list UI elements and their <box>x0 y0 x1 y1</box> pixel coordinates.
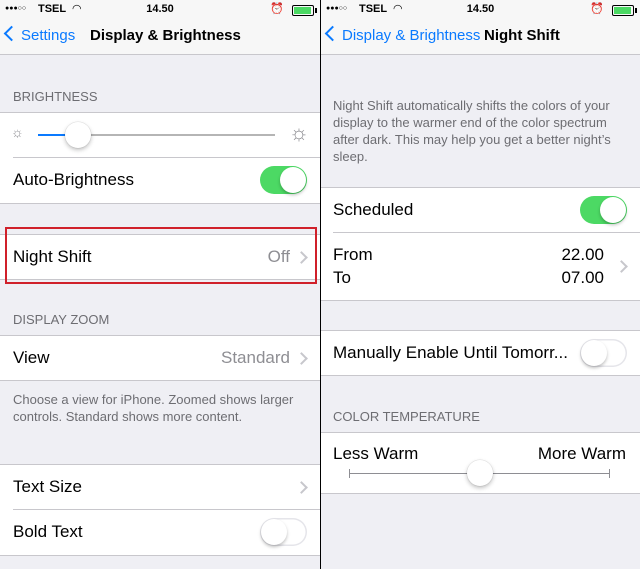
brightness-slider-thumb[interactable] <box>65 122 92 148</box>
battery-icon <box>292 5 317 16</box>
brightness-group: ☼ ☼ Auto-Brightness <box>0 112 320 204</box>
manual-enable-toggle[interactable] <box>580 339 627 367</box>
display-brightness-screen: ●●●○○ TSEL ◠ 14.50 ⏰ Settings Display & … <box>0 0 320 569</box>
color-temperature-group: Less Warm More Warm <box>321 432 640 494</box>
more-warm-label: More Warm <box>537 444 626 463</box>
navigation-bar: Settings Display & Brightness <box>0 20 320 55</box>
chevron-left-icon <box>324 25 341 42</box>
night-shift-description: Night Shift automatically shifts the col… <box>333 98 611 164</box>
slider-tick-right <box>609 469 610 478</box>
bold-text-row: Bold Text <box>0 510 320 554</box>
color-temperature-header: COLOR TEMPERATURE <box>333 409 480 424</box>
scheduled-label: Scheduled <box>333 200 414 219</box>
less-warm-label: Less Warm <box>333 444 419 463</box>
text-size-label: Text Size <box>13 477 82 496</box>
alarm-icon: ⏰ <box>590 3 604 15</box>
brightness-header: BRIGHTNESS <box>13 89 98 104</box>
manual-enable-row: Manually Enable Until Tomorr... <box>321 331 640 375</box>
navigation-bar: Display & Brightness Night Shift <box>321 20 640 55</box>
color-temperature-slider-thumb[interactable] <box>466 460 493 486</box>
view-label: View <box>13 348 50 367</box>
bold-text-toggle[interactable] <box>260 518 307 546</box>
display-zoom-header: DISPLAY ZOOM <box>13 312 110 327</box>
display-zoom-note: Choose a view for iPhone. Zoomed shows l… <box>13 392 294 424</box>
manual-group: Manually Enable Until Tomorr... <box>321 330 640 376</box>
auto-brightness-toggle[interactable] <box>260 166 307 194</box>
back-button[interactable]: Settings <box>3 25 76 44</box>
brightness-low-icon: ☼ <box>11 124 24 140</box>
to-label: To <box>333 268 351 287</box>
chevron-right-icon <box>295 481 308 494</box>
brightness-high-icon: ☼ <box>288 120 309 145</box>
page-title: Night Shift <box>484 27 560 44</box>
slider-tick-left <box>349 469 350 478</box>
highlight-box <box>5 227 317 284</box>
text-size-row[interactable]: Text Size <box>0 465 320 509</box>
display-zoom-group: View Standard <box>0 335 320 381</box>
text-group: Text Size Bold Text <box>0 464 320 556</box>
status-bar: ●●●○○ TSEL ◠ 14.50 ⏰ <box>0 0 320 20</box>
schedule-time-row[interactable]: From 22.00 To 07.00 <box>321 233 640 299</box>
back-button[interactable]: Display & Brightness <box>324 25 481 44</box>
chevron-left-icon <box>3 25 20 42</box>
page-title: Display & Brightness <box>90 27 241 44</box>
to-time: 07.00 <box>561 268 604 287</box>
chevron-right-icon <box>615 260 628 273</box>
view-value: Standard <box>221 348 290 367</box>
status-bar: ●●●○○ TSEL ◠ 14.50 ⏰ <box>321 0 640 20</box>
alarm-icon: ⏰ <box>270 3 284 15</box>
bold-text-label: Bold Text <box>13 522 83 541</box>
night-shift-screen: ●●●○○ TSEL ◠ 14.50 ⏰ Display & Brightnes… <box>321 0 640 569</box>
back-label: Settings <box>21 27 76 44</box>
scheduled-toggle[interactable] <box>580 196 627 224</box>
schedule-group: Scheduled From 22.00 To 07.00 <box>321 187 640 301</box>
view-row[interactable]: View Standard <box>0 336 320 380</box>
manual-enable-label: Manually Enable Until Tomorr... <box>333 343 568 362</box>
auto-brightness-label: Auto-Brightness <box>13 170 134 189</box>
chevron-right-icon <box>295 352 308 365</box>
auto-brightness-row: Auto-Brightness <box>0 158 320 202</box>
scheduled-row: Scheduled <box>321 188 640 232</box>
from-time: 22.00 <box>561 245 604 264</box>
battery-icon <box>612 5 637 16</box>
from-label: From <box>333 245 373 264</box>
back-label: Display & Brightness <box>342 27 481 44</box>
